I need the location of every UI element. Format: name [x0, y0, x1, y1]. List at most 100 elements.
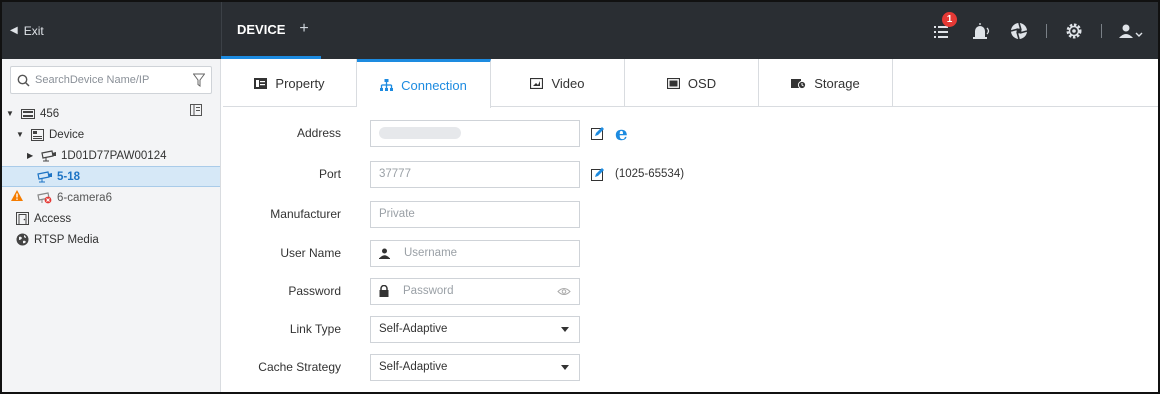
password-field[interactable] — [370, 277, 580, 305]
device-search-input[interactable] — [35, 74, 175, 86]
password-row: Password — [223, 277, 923, 305]
device-tree-panel: ▼ 456 ▼ Device ▶ 1D01D77PAW00124 5-18 — [2, 59, 221, 392]
property-icon — [254, 77, 268, 89]
video-icon — [530, 77, 544, 89]
alarm-light-button[interactable] — [970, 20, 992, 42]
cache-strategy-row: Cache Strategy Self-Adaptive — [223, 353, 923, 381]
tree-node-device-selected[interactable]: 5-18 — [2, 166, 220, 187]
tab-osd[interactable]: OSD — [625, 59, 759, 107]
address-field[interactable] — [370, 119, 580, 147]
manufacturer-label: Manufacturer — [270, 207, 341, 221]
toolbar-separator — [1046, 23, 1047, 38]
user-icon — [379, 248, 390, 259]
tab-connection[interactable]: Connection — [357, 59, 491, 108]
cache-strategy-select[interactable]: Self-Adaptive — [370, 353, 580, 381]
edit-address-icon[interactable] — [591, 126, 605, 140]
expand-caret-icon: ▼ — [6, 109, 14, 118]
device-config-tabs: Property Connection Video OSD Storage — [223, 59, 1158, 108]
tab-property[interactable]: Property — [223, 59, 357, 107]
tab-property-label: Property — [275, 75, 325, 91]
tree-toggle-icon[interactable] — [190, 104, 202, 119]
manufacturer-value: Private — [379, 208, 415, 220]
port-row: Port 37777 (1025-65534) — [223, 160, 923, 188]
filter-icon[interactable] — [192, 73, 206, 90]
connection-icon — [380, 79, 394, 91]
password-label: Password — [288, 284, 341, 298]
aperture-icon — [1010, 22, 1028, 39]
link-type-row: Link Type Self-Adaptive — [223, 315, 923, 343]
lock-icon — [379, 285, 389, 297]
tree-node-device-group[interactable]: ▼ Device — [2, 124, 220, 145]
link-type-value: Self-Adaptive — [379, 323, 448, 335]
tree-offline-device-label: 6-camera6 — [57, 191, 112, 204]
address-label: Address — [296, 126, 341, 140]
exit-label: Exit — [23, 23, 44, 38]
tree-root-label: 456 — [40, 107, 60, 120]
browser-ie-icon[interactable]: e — [615, 123, 628, 143]
tab-storage[interactable]: Storage — [759, 59, 893, 107]
camera-icon — [41, 149, 56, 161]
tree-device-label: 1D01D77PAW00124 — [61, 149, 167, 162]
tab-video[interactable]: Video — [491, 59, 625, 107]
cache-strategy-value: Self-Adaptive — [379, 361, 448, 373]
app-center-button[interactable] — [1008, 20, 1030, 42]
storage-icon — [791, 78, 807, 89]
password-input[interactable] — [403, 285, 543, 297]
tree-rtsp-label: RTSP Media — [34, 233, 99, 246]
toolbar-separator — [1101, 23, 1102, 38]
user-menu-button[interactable] — [1118, 20, 1144, 42]
warning-icon — [11, 190, 23, 201]
collapse-caret-icon: ▶ — [27, 151, 34, 160]
tree-node-device-offline[interactable]: 6-camera6 — [2, 187, 220, 208]
organization-icon — [21, 108, 35, 119]
gear-icon — [1066, 23, 1082, 38]
port-field[interactable]: 37777 — [370, 160, 580, 188]
topbar-actions: 1 — [932, 2, 1144, 59]
app-window: ◀︎ Exit DEVICE + 1 SearchDevice Name/IP … — [0, 0, 1160, 394]
tree-node-root[interactable]: ▼ 456 — [2, 103, 220, 124]
port-value: 37777 — [379, 168, 411, 180]
user-icon — [1119, 24, 1143, 38]
camera-icon — [37, 170, 52, 182]
cache-strategy-label: Cache Strategy — [258, 360, 341, 374]
port-range-hint: (1025-65534) — [615, 168, 685, 180]
tree-device-group-label: Device — [49, 128, 85, 141]
username-label: User Name — [280, 246, 341, 260]
tree-node-access[interactable]: Access — [2, 208, 220, 229]
globe-icon — [16, 233, 29, 246]
tab-storage-label: Storage — [814, 75, 860, 91]
link-type-label: Link Type — [289, 322, 341, 336]
tree-node-device[interactable]: ▶ 1D01D77PAW00124 — [2, 145, 220, 166]
device-search-box — [10, 66, 212, 94]
chevron-down-icon — [561, 326, 569, 332]
link-type-select[interactable]: Self-Adaptive — [370, 315, 580, 343]
osd-icon — [666, 77, 680, 89]
back-arrow-icon: ◀︎ — [10, 25, 18, 36]
search-icon — [11, 74, 35, 87]
tab-video-label: Video — [551, 75, 585, 91]
task-list-button[interactable]: 1 — [932, 11, 957, 42]
camera-offline-icon — [37, 191, 52, 203]
manufacturer-field: Private — [370, 200, 580, 228]
tree-node-rtsp[interactable]: RTSP Media — [2, 229, 220, 250]
edit-port-icon[interactable] — [591, 167, 605, 181]
tab-connection-label: Connection — [401, 77, 467, 93]
door-icon — [16, 212, 29, 225]
tree-selected-device-label: 5-18 — [57, 170, 81, 183]
show-password-eye-icon[interactable] — [557, 287, 571, 296]
username-input[interactable] — [404, 247, 544, 259]
alarm-light-icon — [973, 22, 990, 39]
alarm-count-badge: 1 — [942, 11, 957, 27]
settings-button[interactable] — [1063, 20, 1085, 42]
username-field[interactable] — [370, 239, 580, 267]
username-row: User Name — [223, 239, 923, 267]
chevron-down-icon — [561, 364, 569, 370]
top-bar: ◀︎ Exit DEVICE + 1 — [2, 2, 1158, 59]
address-value-redacted — [379, 127, 461, 139]
address-row: Address e — [223, 119, 923, 147]
tab-osd-label: OSD — [687, 75, 717, 91]
tree-access-label: Access — [34, 212, 72, 225]
add-tab-button[interactable]: + — [299, 20, 308, 38]
exit-button[interactable]: ◀︎ Exit — [10, 2, 44, 59]
tab-device[interactable]: DEVICE + — [221, 2, 321, 59]
